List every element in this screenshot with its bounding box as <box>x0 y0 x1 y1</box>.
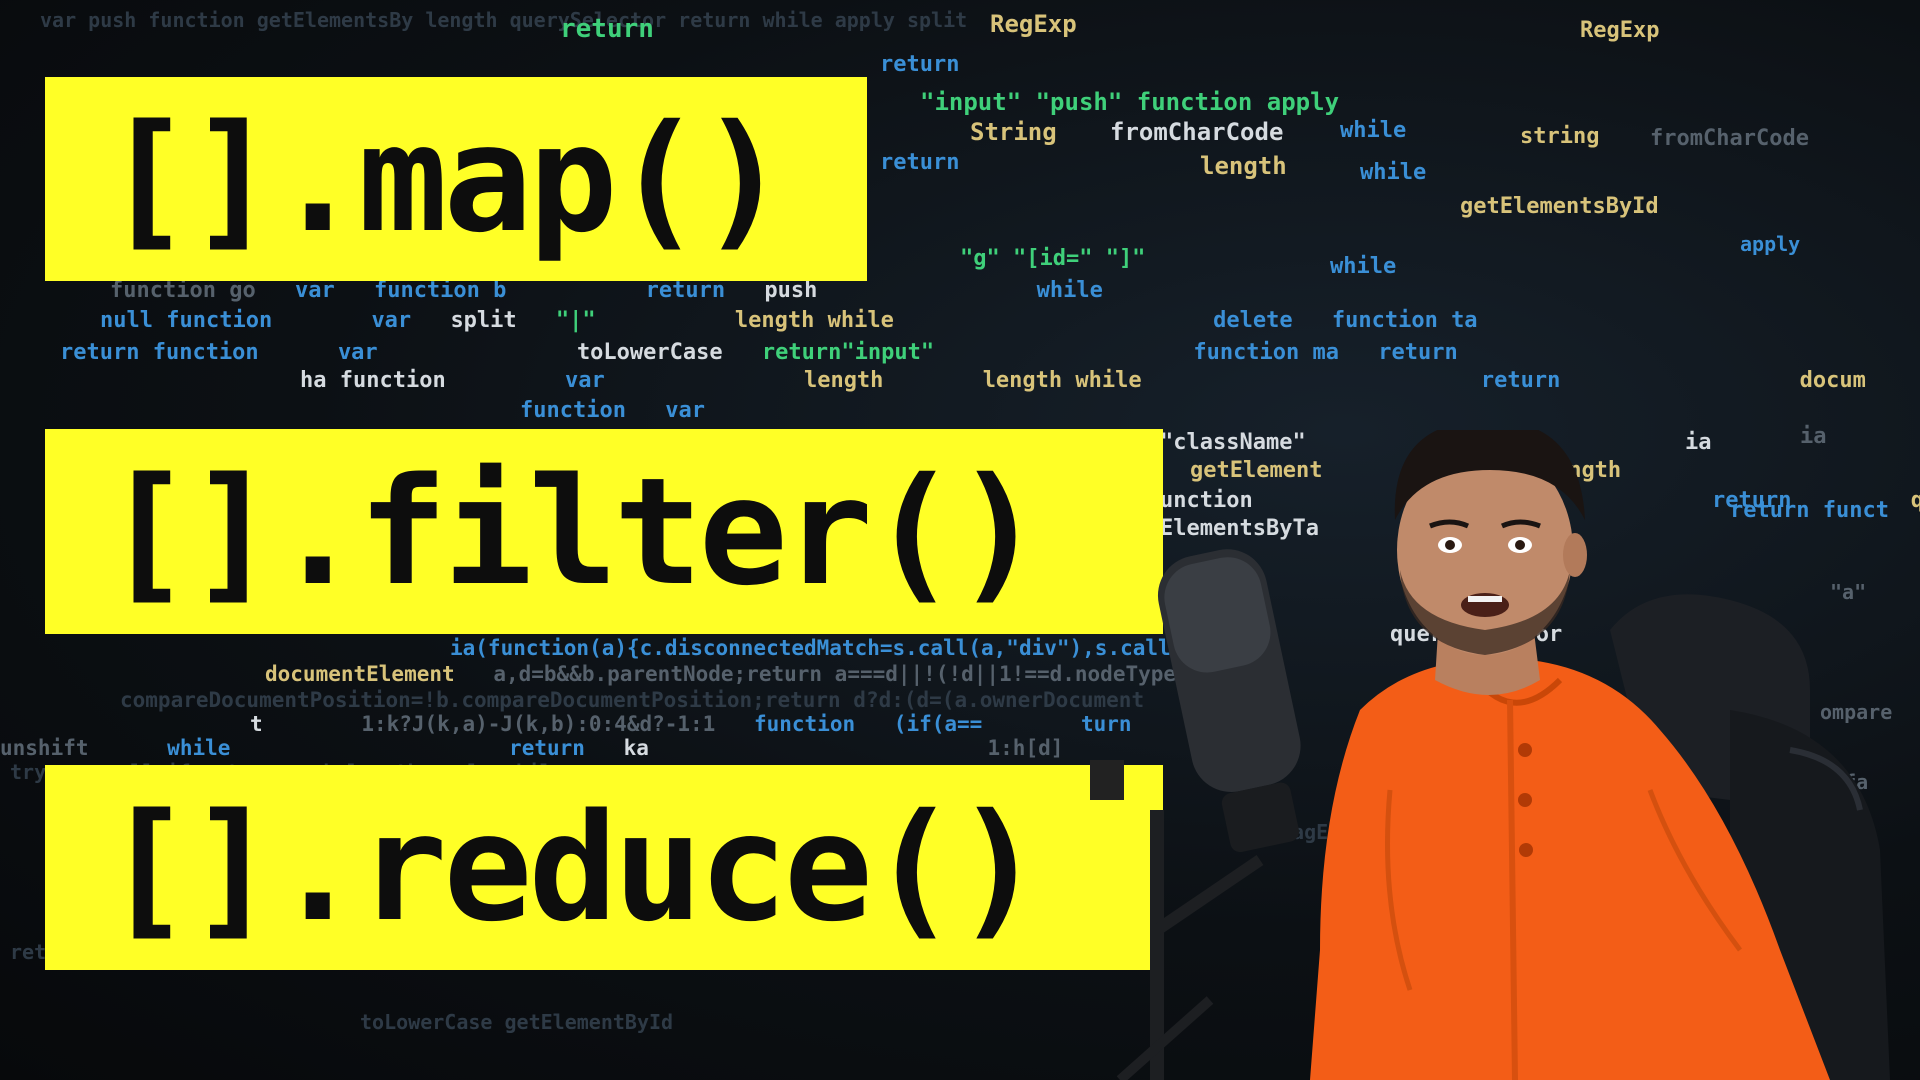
code-token: var <box>665 398 705 423</box>
map-label: [].map() <box>45 77 867 281</box>
code-token: function ta <box>1331 308 1478 333</box>
code-token: function b <box>373 278 507 303</box>
code-token: return <box>509 736 585 760</box>
code-token: a,d=b&&b.parentNode;return a===d||!(!d||… <box>493 662 1177 686</box>
code-token: length <box>803 368 884 393</box>
code-token: push <box>764 278 818 303</box>
code-token: 1:h[d] <box>987 736 1064 760</box>
code-token: unshift <box>0 736 89 760</box>
code-token: t <box>250 712 263 736</box>
code-token: (if(a== <box>893 712 983 736</box>
code-token: function go <box>110 278 256 303</box>
code-token: length while <box>734 308 894 333</box>
code-token: while <box>1036 278 1103 303</box>
thumbnail: var push function getElementsBy length q… <box>0 0 1920 1080</box>
code-token: return <box>1378 340 1458 365</box>
code-token: var <box>294 278 335 303</box>
filter-label-text: [].filter() <box>103 445 1043 618</box>
code-token: var <box>337 340 378 365</box>
code-token: documentElement <box>265 662 455 686</box>
code-token: toLowerCase <box>576 340 723 365</box>
code-token: "|" <box>555 308 596 333</box>
code-token: ha function <box>300 368 446 393</box>
code-token: var <box>564 368 605 393</box>
map-label-text: [].map() <box>103 93 788 265</box>
code-token: while <box>167 736 231 760</box>
code-token: var <box>371 308 412 333</box>
code-token: return <box>1480 368 1561 393</box>
code-token: 1:k?J(k,a)-J(k,b):0:4&d?-1:1 <box>361 712 716 736</box>
code-token: delete <box>1213 308 1293 333</box>
code-token: return function <box>60 340 259 365</box>
code-token: return <box>645 278 726 303</box>
code-token: length while <box>982 368 1142 393</box>
reduce-label-text: [].reduce() <box>103 781 1043 954</box>
filter-label: [].filter() <box>45 429 1163 634</box>
code-token: null function <box>100 308 273 333</box>
code-token: function <box>520 398 626 423</box>
code-token: compareDocumentPosition=!b.compareDocume… <box>120 688 1145 712</box>
code-token: ka <box>623 736 649 760</box>
microphone-icon <box>1090 549 1301 1080</box>
code-token: return"input" <box>761 340 935 365</box>
code-token: ia(function(a){c.disconnectedMatch=s.cal… <box>450 636 1171 660</box>
code-token: function ma <box>1193 340 1340 365</box>
presenter-illustration <box>1090 430 1890 1080</box>
code-token: docum <box>1799 368 1866 393</box>
code-token: split <box>450 308 517 333</box>
reduce-label: [].reduce() <box>45 765 1163 970</box>
code-token: function <box>753 712 856 736</box>
